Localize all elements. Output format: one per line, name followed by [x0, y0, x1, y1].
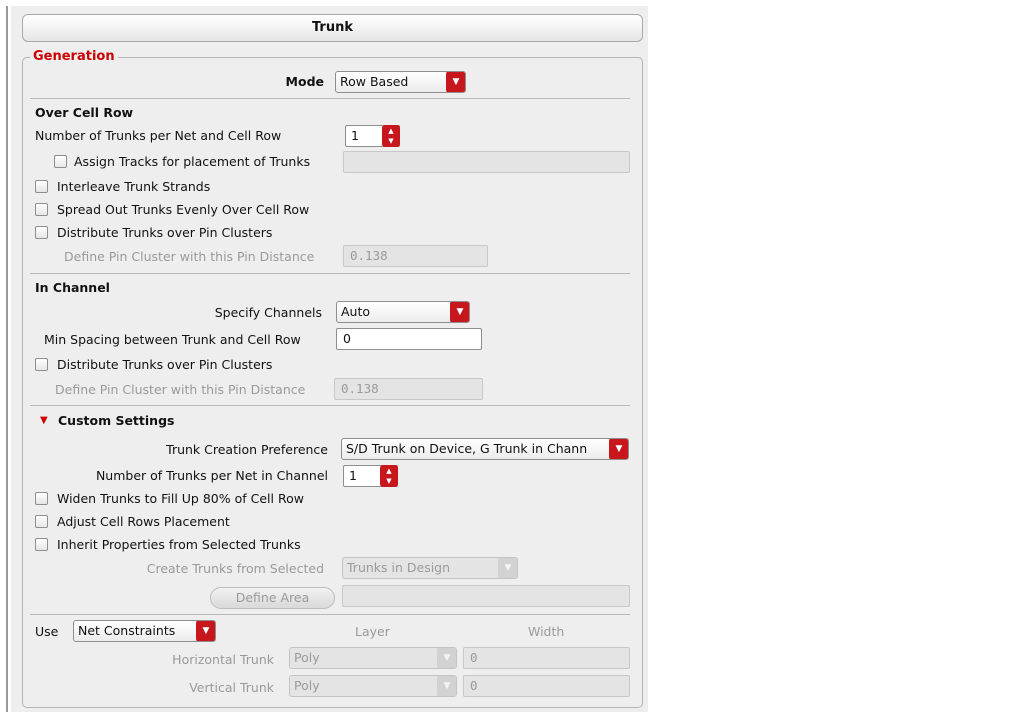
separator — [30, 405, 630, 406]
chevron-down-icon: ▼ — [609, 439, 628, 459]
widen-checkbox[interactable] — [35, 492, 48, 505]
spread-out-label: Spread Out Trunks Evenly Over Cell Row — [57, 202, 310, 217]
specify-channels-value: Auto — [341, 304, 371, 319]
custom-settings-title[interactable]: Custom Settings — [58, 413, 174, 428]
create-from-value: Trunks in Design — [347, 560, 451, 575]
use-dropdown[interactable]: Net Constraints ▼ — [73, 620, 216, 642]
trunks-per-net-value: 1 — [351, 128, 359, 143]
define-area-button[interactable]: Define Area — [210, 587, 335, 609]
chevron-down-icon: ▼ — [437, 648, 456, 668]
in-channel-pin-cluster-label: Define Pin Cluster with this Pin Distanc… — [55, 382, 306, 397]
mode-label: Mode — [285, 74, 324, 89]
interleave-checkbox[interactable] — [35, 180, 48, 193]
chevron-down-icon: ▼ — [450, 302, 469, 322]
creation-pref-value: S/D Trunk on Device, G Trunk in Chann — [346, 441, 588, 456]
in-channel-distribute-label: Distribute Trunks over Pin Clusters — [57, 357, 273, 372]
chevron-down-icon: ▼ — [437, 676, 456, 696]
adjust-label: Adjust Cell Rows Placement — [57, 514, 230, 529]
horizontal-trunk-label: Horizontal Trunk — [172, 652, 274, 667]
min-spacing-label: Min Spacing between Trunk and Cell Row — [44, 332, 301, 347]
interleave-label: Interleave Trunk Strands — [57, 179, 211, 194]
distribute-checkbox[interactable] — [35, 226, 48, 239]
trunks-per-net-label: Number of Trunks per Net and Cell Row — [35, 128, 282, 143]
horizontal-layer-dropdown[interactable]: Poly ▼ — [289, 647, 457, 669]
separator — [30, 273, 630, 274]
horizontal-layer-value: Poly — [294, 650, 320, 665]
mode-dropdown[interactable]: Row Based ▼ — [335, 71, 466, 93]
width-header: Width — [528, 624, 565, 639]
layer-header: Layer — [355, 624, 390, 639]
create-from-label: Create Trunks from Selected — [146, 561, 324, 576]
triangle-down-icon[interactable]: ▼ — [40, 415, 48, 426]
inherit-label: Inherit Properties from Selected Trunks — [57, 537, 301, 552]
trunks-per-net-spinner[interactable]: 1 ▲ ▼ — [345, 125, 400, 147]
spinner-arrows-icon[interactable]: ▲ ▼ — [380, 465, 398, 487]
vertical-layer-dropdown[interactable]: Poly ▼ — [289, 675, 457, 697]
creation-pref-label: Trunk Creation Preference — [166, 442, 328, 457]
trunks-in-channel-value: 1 — [349, 468, 357, 483]
inherit-checkbox[interactable] — [35, 538, 48, 551]
vertical-layer-value: Poly — [294, 678, 320, 693]
vertical-trunk-label: Vertical Trunk — [189, 680, 274, 695]
adjust-checkbox[interactable] — [35, 515, 48, 528]
spread-out-checkbox[interactable] — [35, 203, 48, 216]
chevron-down-icon: ▼ — [498, 558, 517, 578]
over-cell-row-title: Over Cell Row — [35, 105, 134, 120]
chevron-down-icon: ▼ — [446, 72, 465, 92]
in-channel-title: In Channel — [35, 280, 110, 295]
creation-pref-dropdown[interactable]: S/D Trunk on Device, G Trunk in Chann ▼ — [341, 438, 629, 460]
assign-tracks-field[interactable] — [343, 151, 630, 173]
pin-cluster-field[interactable]: 0.138 — [343, 245, 488, 267]
chevron-down-icon: ▼ — [196, 621, 215, 641]
specify-channels-dropdown[interactable]: Auto ▼ — [336, 301, 470, 323]
spinner-arrows-icon[interactable]: ▲ ▼ — [382, 125, 400, 147]
trunks-in-channel-label: Number of Trunks per Net in Channel — [95, 468, 328, 483]
create-from-dropdown[interactable]: Trunks in Design ▼ — [342, 557, 518, 579]
in-channel-pin-cluster-field[interactable]: 0.138 — [334, 378, 483, 400]
generation-title: Generation — [30, 49, 118, 64]
distribute-label: Distribute Trunks over Pin Clusters — [57, 225, 273, 240]
widen-label: Widen Trunks to Fill Up 80% of Cell Row — [57, 491, 304, 506]
horizontal-width-field[interactable]: 0 — [463, 647, 630, 669]
separator — [30, 614, 630, 615]
mode-value: Row Based — [340, 74, 409, 89]
use-label: Use — [35, 624, 59, 639]
separator — [30, 98, 630, 99]
pin-cluster-label: Define Pin Cluster with this Pin Distanc… — [64, 249, 315, 264]
min-spacing-field[interactable]: 0 — [336, 328, 482, 350]
define-area-field[interactable] — [342, 585, 630, 607]
in-channel-distribute-checkbox[interactable] — [35, 358, 48, 371]
assign-tracks-checkbox[interactable] — [54, 155, 67, 168]
assign-tracks-label: Assign Tracks for placement of Trunks — [74, 154, 311, 169]
vertical-width-field[interactable]: 0 — [463, 675, 630, 697]
left-border — [6, 6, 8, 712]
specify-channels-label: Specify Channels — [214, 305, 322, 320]
use-value: Net Constraints — [78, 623, 176, 638]
panel-title: Trunk — [22, 14, 643, 42]
trunks-in-channel-spinner[interactable]: 1 ▲ ▼ — [343, 465, 398, 487]
